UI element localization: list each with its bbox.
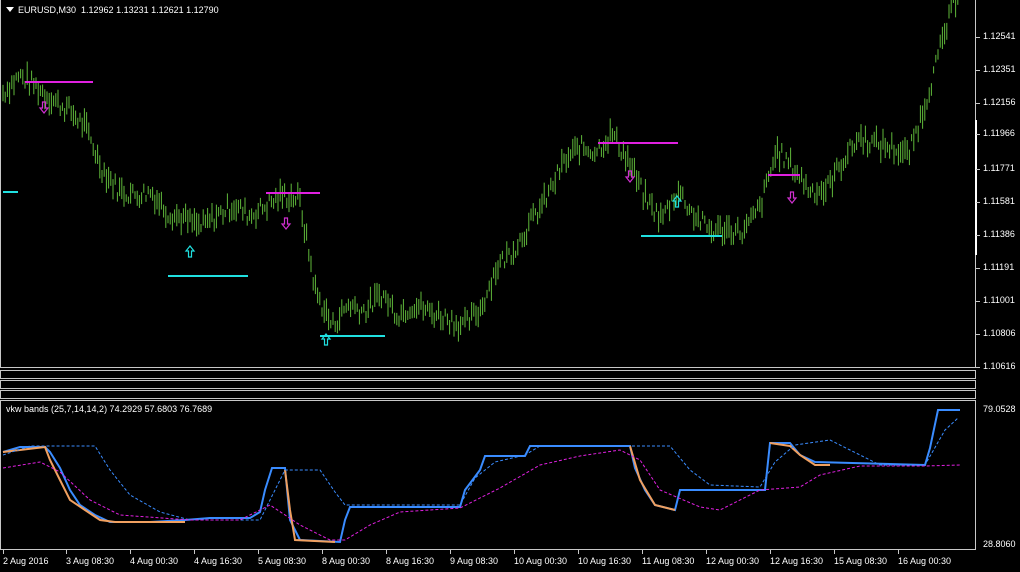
time-tick <box>386 550 387 554</box>
band-alt-line-2 <box>284 469 336 543</box>
price-tick <box>976 202 980 203</box>
time-label: 10 Aug 00:30 <box>514 556 568 566</box>
price-label: 1.10616 <box>983 361 1016 371</box>
time-label: 4 Aug 16:30 <box>194 556 243 566</box>
time-tick <box>450 550 451 554</box>
time-label: 9 Aug 08:30 <box>450 556 499 566</box>
time-tick <box>834 550 835 554</box>
time-label: 16 Aug 00:30 <box>898 556 952 566</box>
price-label: 1.11001 <box>983 295 1015 305</box>
price-tick <box>976 235 980 236</box>
price-label: 1.11581 <box>983 196 1015 206</box>
price-tick <box>976 103 980 104</box>
time-label: 12 Aug 00:30 <box>706 556 760 566</box>
time-label: 4 Aug 00:30 <box>130 556 179 566</box>
time-label: 15 Aug 08:30 <box>834 556 888 566</box>
time-tick <box>66 550 67 554</box>
price-label: 1.12156 <box>983 97 1016 107</box>
time-label: 8 Aug 16:30 <box>386 556 435 566</box>
price-label: 1.12351 <box>983 64 1016 74</box>
time-tick <box>770 550 771 554</box>
time-tick <box>706 550 707 554</box>
indicator-label: 79.0528 <box>983 404 1016 414</box>
price-label: 1.11386 <box>983 229 1015 239</box>
price-label: 1.12541 <box>983 31 1016 41</box>
time-tick <box>322 550 323 554</box>
time-label: 3 Aug 08:30 <box>66 556 115 566</box>
price-label: 1.11191 <box>983 262 1015 272</box>
price-tick <box>976 367 980 368</box>
time-tick <box>258 550 259 554</box>
time-tick <box>130 550 131 554</box>
price-tick <box>976 70 980 71</box>
price-label: 1.11771 <box>983 163 1015 173</box>
time-label: 8 Aug 00:30 <box>322 556 371 566</box>
price-label: 1.10806 <box>983 328 1016 338</box>
time-label: 2 Aug 2016 <box>3 556 49 566</box>
time-label: 10 Aug 16:30 <box>578 556 632 566</box>
time-label: 11 Aug 08:30 <box>642 556 695 566</box>
price-label: 1.11966 <box>983 128 1015 138</box>
indicator-label: 28.8060 <box>983 539 1016 549</box>
time-tick <box>194 550 195 554</box>
time-tick <box>578 550 579 554</box>
price-tick <box>976 169 980 170</box>
up-arrow-icon <box>184 245 196 258</box>
time-label: 5 Aug 08:30 <box>258 556 307 566</box>
time-tick <box>898 550 899 554</box>
price-tick <box>976 268 980 269</box>
price-tick <box>976 334 980 335</box>
time-tick <box>3 550 4 554</box>
time-tick <box>514 550 515 554</box>
chart-canvas <box>2 0 961 544</box>
down-arrow-icon <box>280 217 292 230</box>
time-label: 12 Aug 16:30 <box>770 556 824 566</box>
price-tick <box>976 37 980 38</box>
price-tick <box>976 134 980 135</box>
price-tick <box>976 301 980 302</box>
time-tick <box>642 550 643 554</box>
down-arrow-icon <box>786 191 798 204</box>
